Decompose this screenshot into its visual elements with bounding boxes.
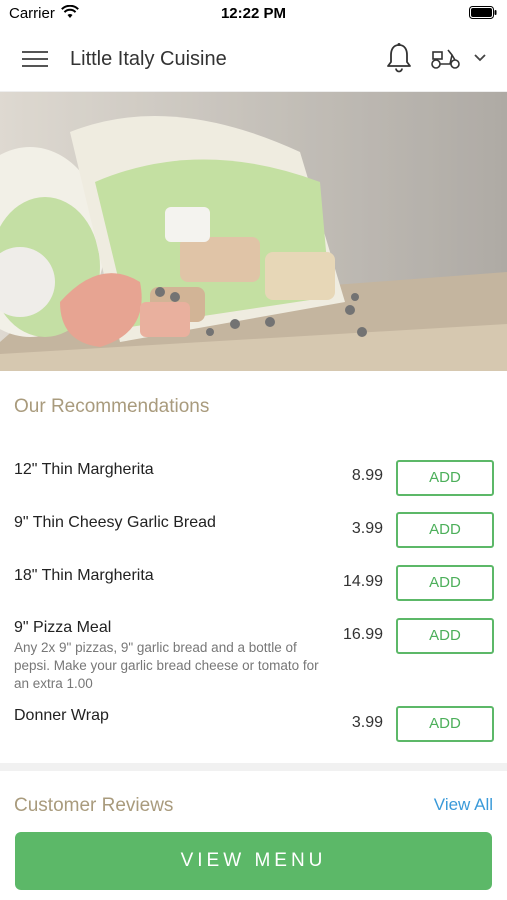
chevron-down-icon[interactable] <box>472 52 488 64</box>
item-price: 3.99 <box>351 714 383 731</box>
item-description: Any 2x 9" pizzas, 9" garlic bread and a … <box>14 640 319 691</box>
battery-icon <box>469 6 497 19</box>
item-name: 9" Thin Cheesy Garlic Bread <box>14 514 216 531</box>
reviews-title: Customer Reviews <box>14 795 174 816</box>
hamburger-menu-icon[interactable] <box>22 49 48 69</box>
app-title: Little Italy Cuisine <box>70 48 227 70</box>
view-all-link[interactable]: View All <box>434 795 493 815</box>
delivery-scooter-icon[interactable] <box>430 46 462 70</box>
item-name: 9" Pizza Meal <box>14 619 112 636</box>
item-price: 14.99 <box>342 573 383 590</box>
item-price: 3.99 <box>351 520 383 537</box>
add-button[interactable]: ADD <box>396 565 494 601</box>
wrap-illustration <box>0 92 507 371</box>
recommendations-title: Our Recommendations <box>14 396 210 417</box>
add-button[interactable]: ADD <box>396 706 494 742</box>
bell-icon[interactable] <box>385 42 413 74</box>
item-name: 18" Thin Margherita <box>14 567 154 584</box>
item-name: 12" Thin Margherita <box>14 461 154 478</box>
item-price: 16.99 <box>342 626 383 643</box>
add-button[interactable]: ADD <box>396 618 494 654</box>
hero-food-image <box>0 92 507 371</box>
view-menu-button[interactable]: VIEW MENU <box>15 832 492 890</box>
add-button[interactable]: ADD <box>396 460 494 496</box>
section-divider <box>0 763 507 771</box>
status-time: 12:22 PM <box>220 5 287 22</box>
item-name: Donner Wrap <box>14 707 109 724</box>
add-button[interactable]: ADD <box>396 512 494 548</box>
app-header: Little Italy Cuisine <box>0 28 507 92</box>
item-price: 8.99 <box>351 467 383 484</box>
status-bar: Carrier 12:22 PM <box>0 0 507 28</box>
